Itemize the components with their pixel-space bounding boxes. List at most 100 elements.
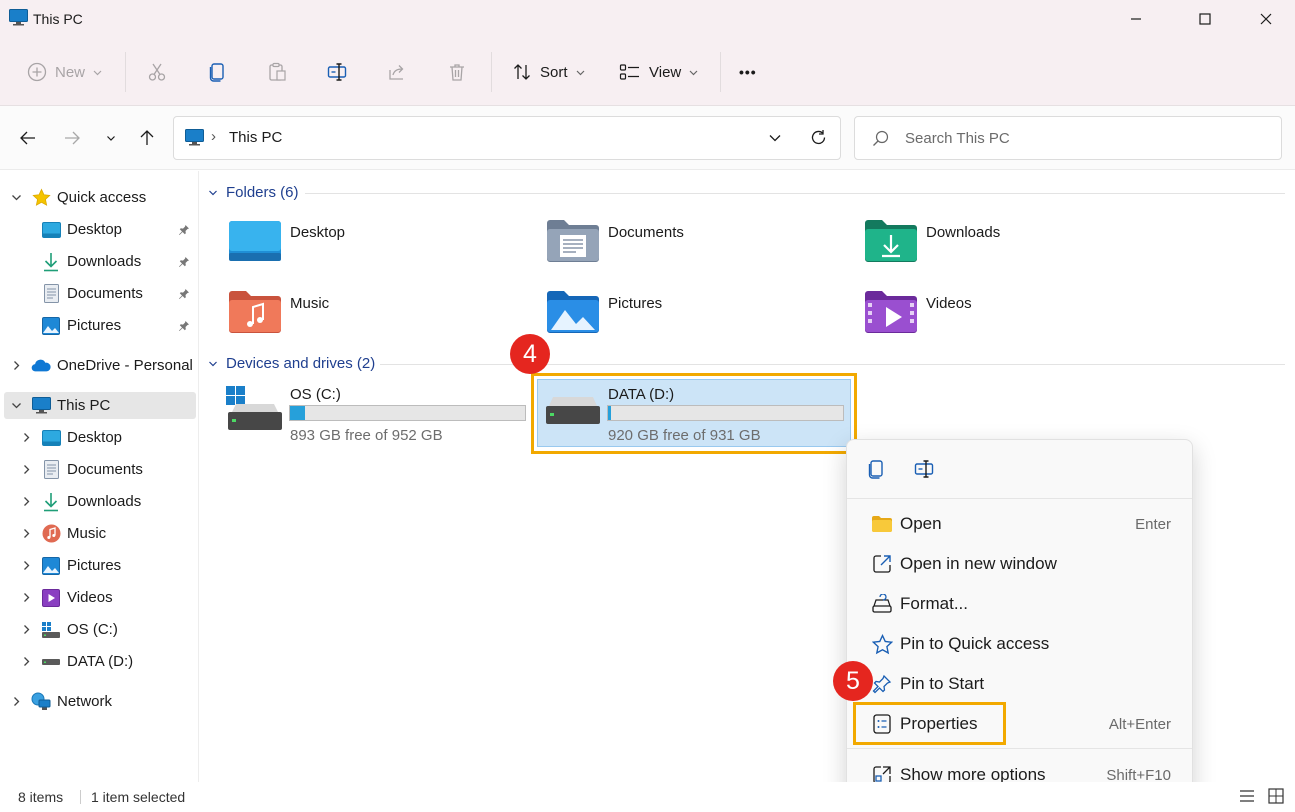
- forward-button[interactable]: [57, 123, 87, 153]
- nav-onedrive[interactable]: OneDrive - Personal: [4, 352, 196, 379]
- cut-button[interactable]: [147, 52, 167, 92]
- nav-network[interactable]: Network: [4, 688, 196, 715]
- maximize-button[interactable]: [1182, 0, 1228, 38]
- paste-button[interactable]: [267, 52, 287, 92]
- nav-quick-pictures[interactable]: Pictures: [4, 312, 196, 339]
- trash-icon: [450, 64, 464, 81]
- chevron-down-icon[interactable]: [10, 400, 22, 412]
- search-box[interactable]: Search This PC: [854, 116, 1282, 160]
- title-and-command-bar: This PC New Sort View •••: [0, 0, 1295, 106]
- pictures-folder-icon: [546, 288, 602, 336]
- chevron-down-icon: [769, 135, 781, 142]
- share-button[interactable]: [387, 52, 407, 92]
- folder-downloads[interactable]: Downloads: [864, 217, 1164, 279]
- sort-button[interactable]: Sort: [512, 52, 585, 92]
- menu-item-format[interactable]: Format...: [855, 586, 1186, 622]
- music-folder-icon: [228, 288, 284, 336]
- rename-button[interactable]: [327, 52, 349, 92]
- window-title: This PC: [33, 11, 83, 27]
- drive-os-c[interactable]: OS (C:) 893 GB free of 952 GB: [222, 380, 528, 452]
- nav-quick-access[interactable]: Quick access: [4, 184, 196, 211]
- nav-pc-data-d[interactable]: DATA (D:): [4, 648, 196, 675]
- chevron-right-icon[interactable]: [10, 696, 22, 708]
- desktop-folder-icon: [228, 217, 284, 265]
- nav-pc-music[interactable]: Music: [4, 520, 196, 547]
- highlight-box: [853, 702, 1006, 745]
- chevron-right-icon[interactable]: [20, 432, 32, 444]
- this-pc-icon: [9, 9, 28, 26]
- folder-name: Music: [290, 295, 330, 312]
- up-button[interactable]: [132, 123, 162, 153]
- recent-locations-button[interactable]: [96, 123, 126, 153]
- menu-item-shortcut: Alt+Enter: [1108, 715, 1171, 733]
- address-history-dropdown[interactable]: [768, 131, 782, 149]
- star-icon: [871, 633, 893, 655]
- chevron-right-icon[interactable]: [20, 464, 32, 476]
- see-more-button[interactable]: •••: [739, 52, 757, 92]
- rename-menu-button[interactable]: [914, 459, 936, 483]
- copy-menu-button[interactable]: [866, 459, 886, 483]
- folders-group-header[interactable]: Folders (6): [208, 184, 299, 201]
- back-button[interactable]: [13, 123, 43, 153]
- folder-music[interactable]: Music: [228, 288, 528, 350]
- minimize-button[interactable]: [1113, 0, 1159, 38]
- copy-button[interactable]: [207, 52, 227, 92]
- close-button[interactable]: [1243, 0, 1289, 38]
- nav-pc-desktop[interactable]: Desktop: [4, 424, 196, 451]
- menu-item-pin-quick-access[interactable]: Pin to Quick access: [855, 626, 1186, 662]
- nav-pc-documents[interactable]: Documents: [4, 456, 196, 483]
- chevron-right-icon[interactable]: [10, 360, 22, 372]
- menu-divider: [847, 498, 1192, 499]
- this-pc-icon: [185, 129, 204, 150]
- menu-item-label: Pin to Start: [900, 674, 985, 693]
- menu-item-pin-to-start[interactable]: Pin to Start: [855, 666, 1186, 702]
- menu-item-shortcut: Shift+F10: [1106, 766, 1171, 784]
- tiles-view-button[interactable]: [1268, 788, 1284, 807]
- chevron-right-icon[interactable]: [20, 592, 32, 604]
- view-icon: [619, 64, 639, 80]
- copy-icon: [868, 460, 883, 479]
- folder-name: Videos: [926, 295, 972, 312]
- pin-icon: [871, 673, 893, 695]
- nav-this-pc[interactable]: This PC: [4, 392, 196, 419]
- chevron-right-icon[interactable]: [20, 528, 32, 540]
- system-drive-icon: [226, 386, 282, 438]
- drives-group-header[interactable]: Devices and drives (2): [208, 355, 375, 372]
- folder-videos[interactable]: Videos: [864, 288, 1164, 350]
- menu-item-shortcut: Enter: [1135, 515, 1171, 533]
- folder-desktop[interactable]: Desktop: [228, 217, 528, 279]
- folder-documents[interactable]: Documents: [546, 217, 846, 279]
- view-button[interactable]: View: [619, 52, 698, 92]
- chevron-right-icon[interactable]: [20, 656, 32, 668]
- delete-button[interactable]: [447, 52, 467, 92]
- details-view-icon: [1240, 790, 1254, 802]
- menu-item-open[interactable]: Open Enter: [855, 506, 1186, 542]
- nav-quick-downloads[interactable]: Downloads: [4, 248, 196, 275]
- nav-pc-pictures[interactable]: Pictures: [4, 552, 196, 579]
- refresh-button[interactable]: [809, 128, 828, 151]
- nav-pc-downloads[interactable]: Downloads: [4, 488, 196, 515]
- chevron-down-icon: [93, 70, 102, 75]
- toolbar-divider: [720, 52, 721, 92]
- folder-name: Documents: [608, 224, 684, 241]
- details-view-button[interactable]: [1239, 788, 1255, 807]
- nav-pc-videos[interactable]: Videos: [4, 584, 196, 611]
- folder-pictures[interactable]: Pictures: [546, 288, 846, 350]
- status-bar: 8 items 1 item selected: [0, 782, 1295, 812]
- scissors-icon: [148, 63, 166, 81]
- chevron-down-icon[interactable]: [10, 192, 22, 204]
- address-bar[interactable]: › This PC: [173, 116, 841, 160]
- chevron-right-icon[interactable]: [20, 624, 32, 636]
- step-badge-4: 4: [510, 334, 550, 374]
- menu-item-open-new-window[interactable]: Open in new window: [855, 546, 1186, 582]
- address-row: › This PC Search This PC: [0, 106, 1295, 170]
- document-icon: [41, 284, 61, 304]
- chevron-right-icon[interactable]: [20, 496, 32, 508]
- nav-quick-documents[interactable]: Documents: [4, 280, 196, 307]
- breadcrumb-this-pc[interactable]: This PC: [229, 129, 282, 146]
- nav-quick-desktop[interactable]: Desktop: [4, 216, 196, 243]
- highlight-box: [531, 373, 857, 454]
- chevron-right-icon[interactable]: [20, 560, 32, 572]
- nav-pc-os-c[interactable]: OS (C:): [4, 616, 196, 643]
- new-button[interactable]: New: [27, 52, 102, 92]
